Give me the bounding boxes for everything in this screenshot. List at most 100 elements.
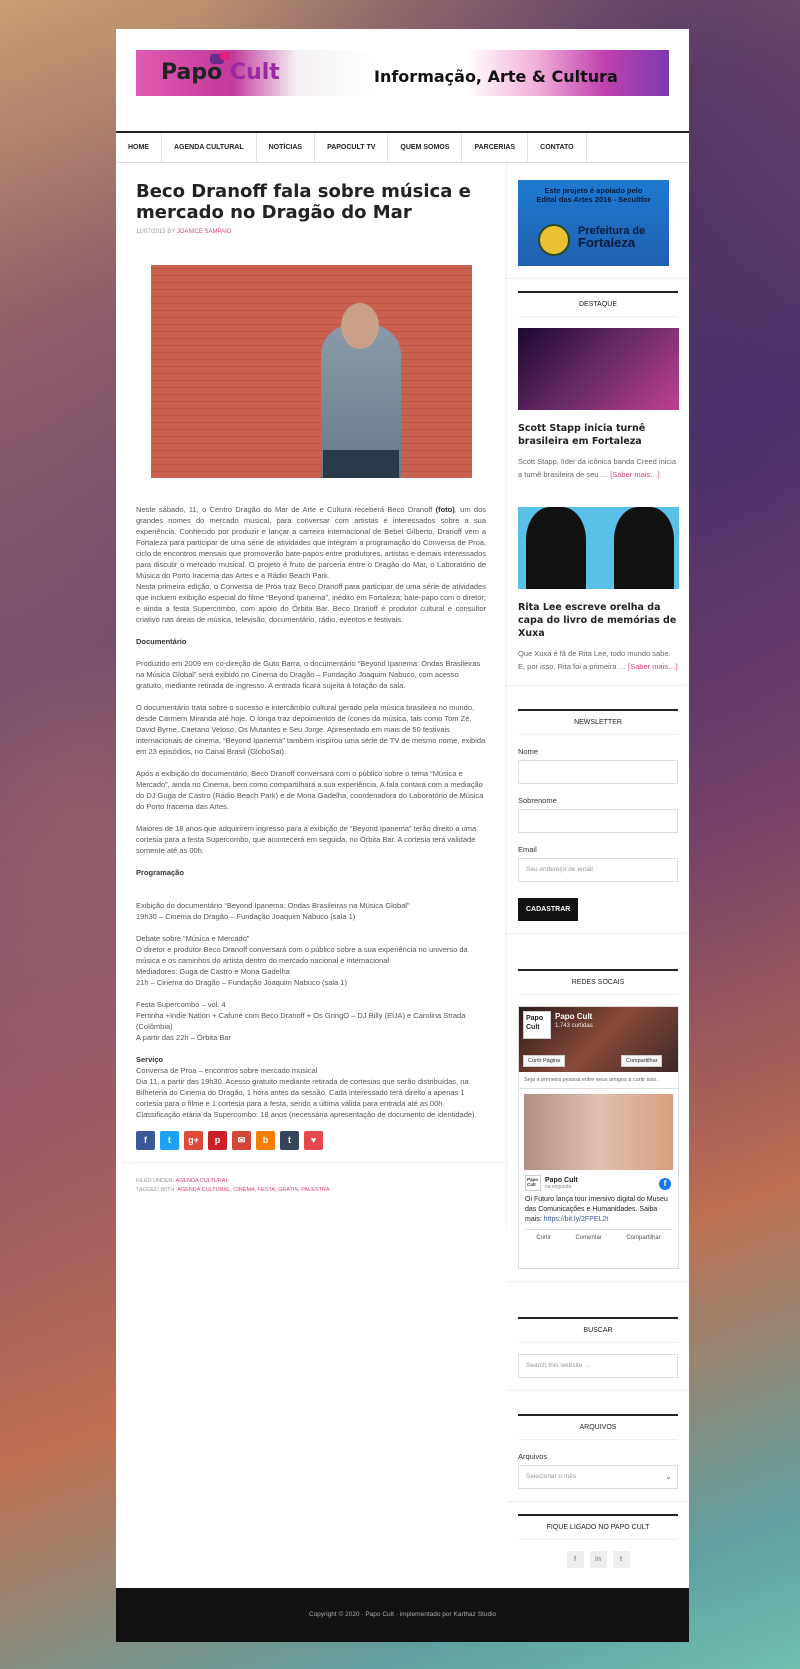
article-photo bbox=[150, 265, 472, 478]
widget-title: DESTAQUE bbox=[518, 291, 678, 317]
fb-share-action[interactable]: Compartilhar bbox=[626, 1235, 660, 1241]
photo-person-head bbox=[340, 303, 379, 349]
fb-post-avatar[interactable]: Papo Cult bbox=[525, 1175, 541, 1191]
first-name-input[interactable] bbox=[518, 760, 678, 784]
archives-widget: ARQUIVOS Arquivos Selecionar o mês ⌄ bbox=[507, 1402, 689, 1502]
fb-post-text: Oi Futuro lança tour imersivo digital do… bbox=[525, 1196, 668, 1223]
fb-post-header: Papo Cult Papo Cult na segunda bbox=[519, 1175, 678, 1191]
first-name-label: Nome bbox=[518, 747, 539, 756]
post-excerpt: Que Xuxa é fã de Rita Lee, todo mundo sa… bbox=[518, 649, 678, 671]
tumblr-share-icon[interactable]: t bbox=[280, 1131, 299, 1150]
fb-page-name[interactable]: Papo Cult bbox=[555, 1012, 592, 1021]
share-buttons: f t g+ p ✉ b t ♥ bbox=[136, 1131, 486, 1150]
article-subheading: Documentário bbox=[136, 637, 187, 646]
main-nav: HOME AGENDA CULTURAL NOTÍCIAS PAPOCULT T… bbox=[116, 131, 689, 163]
fb-cover: Papo Cult Papo Cult 1.743 curtidas Curtir… bbox=[519, 1007, 678, 1072]
archives-label: Arquivos bbox=[518, 1452, 548, 1461]
linkedin-icon[interactable]: in bbox=[589, 1551, 607, 1568]
last-name-label: Sobrenome bbox=[518, 796, 557, 805]
post-title-link[interactable]: Rita Lee escreve orelha da capa do livro… bbox=[518, 601, 678, 640]
fortaleza-seal-icon bbox=[538, 224, 570, 256]
social-icons: f in t bbox=[518, 1551, 678, 1568]
fb-post-image[interactable] bbox=[524, 1094, 673, 1170]
service-section: Serviço Conversa de Proa – encontros sobr… bbox=[136, 1055, 477, 1119]
post-thumbnail[interactable] bbox=[518, 328, 679, 410]
search-input[interactable]: Search this website … bbox=[518, 1354, 678, 1378]
email-share-icon[interactable]: ✉ bbox=[232, 1131, 251, 1150]
article-subheading: Programação bbox=[136, 868, 184, 877]
site-footer: Copyright © 2020 · Papo Cult · implement… bbox=[116, 1588, 689, 1642]
facebook-page-plugin: Papo Cult Papo Cult 1.743 curtidas Curtir… bbox=[518, 1006, 679, 1269]
widget-title: BUSCAR bbox=[518, 1317, 678, 1343]
post-thumbnail[interactable] bbox=[518, 507, 679, 589]
nav-item-home[interactable]: HOME bbox=[116, 133, 162, 162]
site-container: Papo Cult Informação, Arte & Cultura HOM… bbox=[116, 29, 689, 1642]
last-name-input[interactable] bbox=[518, 809, 678, 833]
email-input[interactable]: Seu endereço de email bbox=[518, 858, 678, 882]
program-item: Festa Supercombo – vol. 4 Fertinha +Indie… bbox=[136, 1000, 466, 1042]
favorite-share-icon[interactable]: ♥ bbox=[304, 1131, 323, 1150]
nav-item-contato[interactable]: CONTATO bbox=[528, 133, 587, 162]
read-more-link[interactable]: [Saber mais…] bbox=[628, 662, 678, 671]
google-plus-share-icon[interactable]: g+ bbox=[184, 1131, 203, 1150]
widget-title: REDES SOCAIS bbox=[518, 969, 678, 995]
post-title-link[interactable]: Scott Stapp inicia turnê brasileira em F… bbox=[518, 422, 678, 448]
pinterest-share-icon[interactable]: p bbox=[208, 1131, 227, 1150]
logo-bubble-icon bbox=[220, 52, 230, 60]
widget-title: NEWSLETTER bbox=[518, 709, 678, 735]
sidebar: Este projeto é apoiado pelo Edital das A… bbox=[507, 163, 689, 1580]
social-widget: REDES SOCAIS Papo Cult Papo Cult 1.743 cu… bbox=[507, 957, 689, 1282]
subscribe-button[interactable]: CADASTRAR bbox=[518, 898, 579, 921]
twitter-share-icon[interactable]: t bbox=[160, 1131, 179, 1150]
article-author-link[interactable]: JOANICE SAMPAIO bbox=[177, 229, 232, 235]
sponsor-widget: Este projeto é apoiado pelo Edital das A… bbox=[507, 180, 689, 279]
blogger-share-icon[interactable]: b bbox=[256, 1131, 275, 1150]
fb-post-author[interactable]: Papo Cult bbox=[545, 1177, 578, 1184]
nav-item-parcerias[interactable]: PARCERIAS bbox=[462, 133, 529, 162]
follow-widget: FIQUE LIGADO NO PAPO CULT f in t bbox=[507, 1502, 689, 1580]
widget-title: ARQUIVOS bbox=[518, 1414, 678, 1440]
article-footer: FILED UNDER: AGENDA CULTURAL TAGGED WITH… bbox=[116, 1162, 506, 1209]
photo-person-pants bbox=[322, 450, 399, 478]
fb-like-button[interactable]: Curtir Página bbox=[523, 1055, 566, 1067]
fb-share-button[interactable]: Compartilhar bbox=[621, 1055, 663, 1067]
sponsor-ad[interactable]: Este projeto é apoiado pelo Edital das A… bbox=[518, 180, 669, 266]
fb-comment-action[interactable]: Comentar bbox=[575, 1235, 601, 1241]
facebook-share-icon[interactable]: f bbox=[136, 1131, 155, 1150]
article-paragraph: O documentário trata sobre o sucesso e i… bbox=[136, 703, 486, 756]
article-paragraph: Neste sábado, 11, o Centro Dragão do Mar… bbox=[136, 505, 486, 624]
article-paragraph: Maiores de 18 anos que adquirirem ingres… bbox=[136, 824, 477, 855]
fb-friends-note: Seja a primeira pessoa entre seus amigos… bbox=[519, 1072, 678, 1089]
site-tagline: Informação, Arte & Cultura bbox=[374, 67, 618, 86]
post-excerpt: Scott Stapp, líder da icônica banda Cree… bbox=[518, 457, 677, 479]
article-title[interactable]: Beco Dranoff fala sobre música e mercado… bbox=[136, 181, 486, 223]
nav-item-papocult-tv[interactable]: PAPOCULT TV bbox=[315, 133, 389, 162]
article-by: BY bbox=[167, 229, 176, 235]
site-banner[interactable]: Papo Cult Informação, Arte & Cultura bbox=[136, 50, 669, 96]
fb-page-logo[interactable]: Papo Cult bbox=[523, 1011, 551, 1039]
fb-post-link[interactable]: https://bit.ly/2FPEL2t bbox=[544, 1216, 609, 1223]
site-logo[interactable]: Papo Cult bbox=[161, 60, 280, 85]
email-label: Email bbox=[518, 845, 537, 854]
site-header: Papo Cult Informação, Arte & Cultura bbox=[116, 29, 689, 131]
category-link[interactable]: AGENDA CULTURAL bbox=[175, 1178, 228, 1184]
program-item: Debate sobre “Música e Mercado” O diretor… bbox=[136, 934, 468, 987]
facebook-icon[interactable]: f bbox=[566, 1551, 584, 1568]
main-content: Beco Dranoff fala sobre música e mercado… bbox=[116, 163, 507, 1227]
tags-links[interactable]: AGENDA CULTURAL, CINEMA, FESTA, GRATIS, … bbox=[177, 1187, 329, 1193]
article-body: Neste sábado, 11, o Centro Dragão do Mar… bbox=[136, 504, 486, 1120]
nav-item-quem-somos[interactable]: QUEM SOMOS bbox=[388, 133, 463, 162]
search-widget: BUSCAR Search this website … bbox=[507, 1305, 689, 1391]
fb-post-actions: Curtir Comentar Compartilhar bbox=[524, 1229, 673, 1246]
nav-item-noticias[interactable]: NOTÍCIAS bbox=[257, 133, 316, 162]
twitter-icon[interactable]: t bbox=[612, 1551, 630, 1568]
read-more-link[interactable]: [Saber mais…] bbox=[610, 470, 660, 479]
nav-item-agenda-cultural[interactable]: AGENDA CULTURAL bbox=[162, 133, 257, 162]
fb-like-action[interactable]: Curtir bbox=[536, 1235, 551, 1241]
article-meta: 11/07/2015 BY JOANICE SAMPAIO bbox=[136, 229, 486, 235]
article-paragraph: Produzido em 2009 em co-direção de Guto … bbox=[136, 659, 481, 690]
facebook-icon: f bbox=[659, 1178, 671, 1190]
chevron-down-icon: ⌄ bbox=[665, 1472, 672, 1481]
program-item: Exibição do documentário “Beyond Ipanema… bbox=[136, 901, 410, 921]
archives-select[interactable]: Selecionar o mês ⌄ bbox=[518, 1465, 678, 1489]
